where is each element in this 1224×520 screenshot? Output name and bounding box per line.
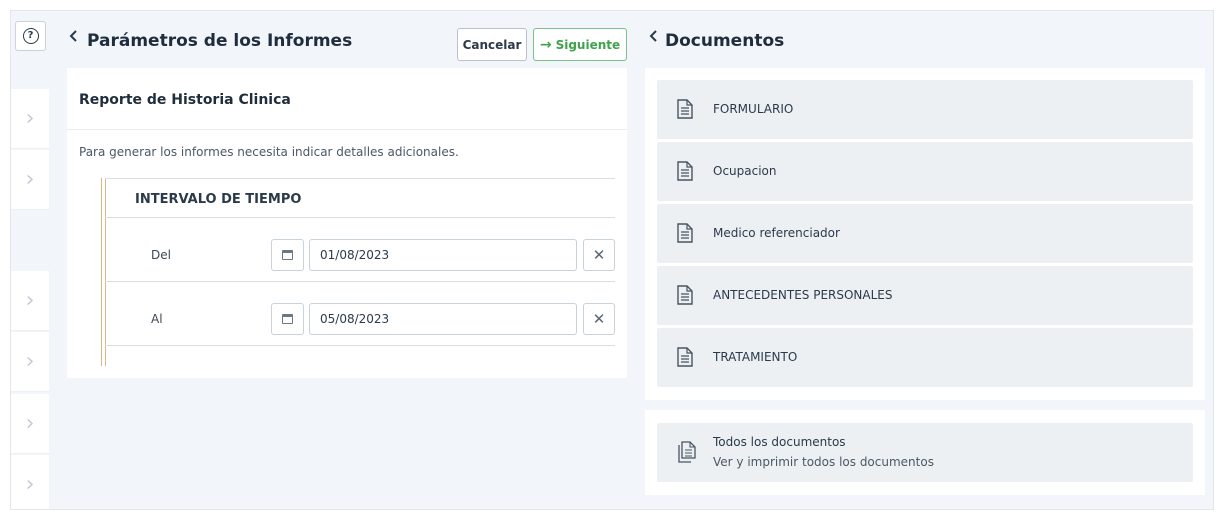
rail-tab-4[interactable]: › bbox=[11, 332, 49, 392]
rail-tab-6[interactable]: › bbox=[11, 455, 49, 509]
cancel-button[interactable]: Cancelar bbox=[457, 28, 527, 61]
close-icon: ✕ bbox=[592, 246, 606, 264]
document-item-medico-referenciador[interactable]: Medico referenciador bbox=[657, 204, 1193, 263]
all-documents-title: Todos los documentos bbox=[713, 435, 846, 449]
to-label: Al bbox=[151, 312, 163, 326]
chevron-right-icon: › bbox=[25, 106, 35, 131]
to-clear-button[interactable]: ✕ bbox=[583, 303, 615, 335]
document-item-ocupacion[interactable]: Ocupacion bbox=[657, 142, 1193, 201]
parameters-header: Parámetros de los Informes Cancelar → Si… bbox=[69, 21, 627, 61]
chevron-right-icon: › bbox=[25, 349, 35, 374]
from-calendar-button[interactable] bbox=[271, 239, 304, 271]
section-title: INTERVALO DE TIEMPO bbox=[135, 192, 302, 207]
document-icon bbox=[677, 223, 693, 243]
back-button[interactable] bbox=[69, 28, 79, 47]
chevron-right-icon: › bbox=[25, 288, 35, 313]
question-circle-icon: ? bbox=[22, 28, 39, 44]
document-label: Medico referenciador bbox=[713, 226, 840, 240]
all-documents-item[interactable]: Todos los documentos Ver y imprimir todo… bbox=[657, 423, 1193, 482]
next-button[interactable]: → Siguiente bbox=[533, 28, 627, 61]
chevron-left-icon bbox=[69, 30, 77, 42]
document-item-tratamiento[interactable]: TRATAMIENTO bbox=[657, 328, 1193, 387]
calendar-icon bbox=[282, 314, 293, 324]
section-bar bbox=[105, 178, 106, 366]
chevron-left-icon bbox=[649, 30, 657, 42]
all-documents-subtitle: Ver y imprimir todos los documentos bbox=[713, 455, 934, 469]
document-label: ANTECEDENTES PERSONALES bbox=[713, 288, 893, 302]
to-date-input[interactable] bbox=[309, 303, 577, 335]
rail-tab-5[interactable]: › bbox=[11, 394, 49, 454]
all-documents-card: Todos los documentos Ver y imprimir todo… bbox=[645, 410, 1205, 495]
document-icon bbox=[677, 161, 693, 181]
document-icon bbox=[677, 347, 693, 367]
to-calendar-button[interactable] bbox=[271, 303, 304, 335]
page-title: Parámetros de los Informes bbox=[87, 31, 353, 51]
document-item-formulario[interactable]: FORMULARIO bbox=[657, 80, 1193, 139]
from-clear-button[interactable]: ✕ bbox=[583, 239, 615, 271]
chevron-right-icon: › bbox=[25, 411, 35, 436]
document-label: Ocupacion bbox=[713, 164, 777, 178]
document-item-antecedentes-personales[interactable]: ANTECEDENTES PERSONALES bbox=[657, 266, 1193, 325]
report-title: Reporte de Historia Clinica bbox=[79, 92, 291, 108]
help-button[interactable]: ? bbox=[15, 21, 46, 51]
divider bbox=[105, 345, 615, 346]
rail-tab-2[interactable]: › bbox=[11, 150, 49, 210]
app-frame: ? › › › › › › Parámetros de los Informes… bbox=[10, 10, 1214, 510]
chevron-right-icon: › bbox=[25, 472, 35, 497]
time-interval-section: INTERVALO DE TIEMPO Del ✕ Al ✕ bbox=[79, 178, 615, 366]
divider bbox=[67, 129, 627, 130]
documents-back-button[interactable] bbox=[649, 28, 659, 47]
report-description: Para generar los informes necesita indic… bbox=[79, 145, 459, 159]
documents-list: FORMULARIO Ocupacion Medico referenciado… bbox=[645, 68, 1205, 400]
divider bbox=[105, 281, 615, 282]
calendar-icon bbox=[282, 250, 293, 260]
rail-tab-1[interactable]: › bbox=[11, 89, 49, 149]
document-icon bbox=[677, 99, 693, 119]
section-bar bbox=[101, 178, 102, 366]
document-label: TRATAMIENTO bbox=[713, 350, 798, 364]
from-label: Del bbox=[151, 248, 171, 262]
report-parameters-card: Reporte de Historia Clinica Para generar… bbox=[67, 68, 627, 378]
next-button-label: Siguiente bbox=[555, 37, 621, 52]
chevron-right-icon: › bbox=[25, 167, 35, 192]
arrow-right-icon: → bbox=[539, 36, 552, 53]
documents-title: Documentos bbox=[665, 31, 785, 51]
close-icon: ✕ bbox=[592, 310, 606, 328]
documents-stack-icon bbox=[678, 441, 696, 463]
divider bbox=[105, 178, 615, 179]
rail-tab-3[interactable]: › bbox=[11, 271, 49, 331]
left-rail: ? › › › › › › bbox=[11, 11, 49, 509]
document-label: FORMULARIO bbox=[713, 102, 794, 116]
divider bbox=[105, 217, 615, 218]
from-date-input[interactable] bbox=[309, 239, 577, 271]
document-icon bbox=[677, 285, 693, 305]
